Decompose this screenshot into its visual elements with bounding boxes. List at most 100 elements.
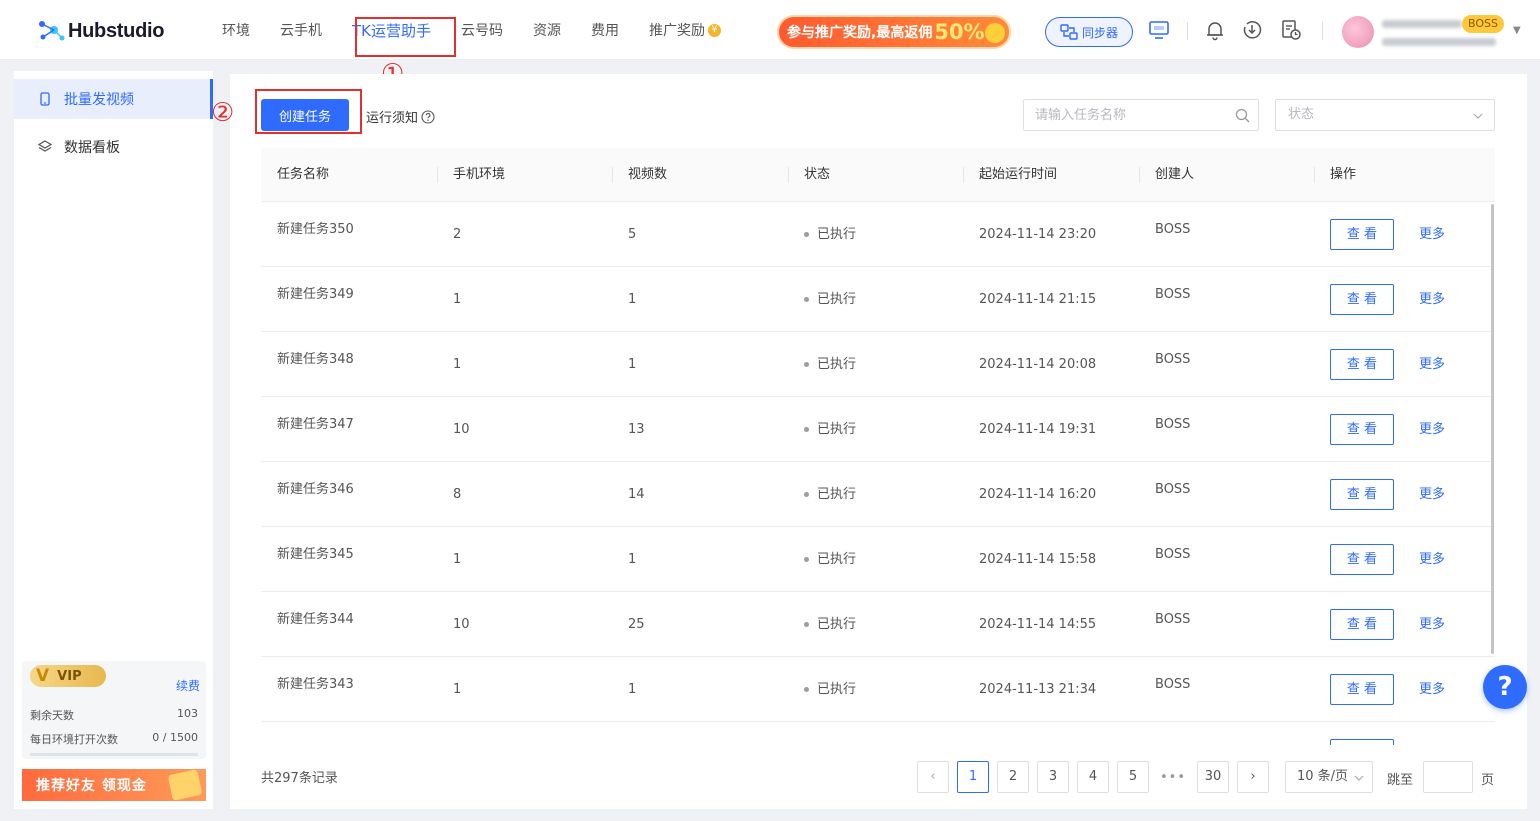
avatar[interactable] [1342,16,1374,48]
table-body: 新建任务350 2 5 已执行 2024-11-14 23:20 BOSS 查 … [261,202,1495,745]
next-page-button[interactable]: › [1237,761,1269,793]
page-suffix: 页 [1481,773,1495,788]
view-button[interactable]: 查 看 [1330,349,1394,380]
page-button-3[interactable]: 3 [1037,761,1069,793]
start-time-cell: 2024-11-14 20:08 [979,357,1097,372]
nav-item-env[interactable]: 环境 [222,20,250,40]
layers-icon [38,140,52,152]
promo-banner[interactable]: 参与推广奖励,最高返佣 50% [777,15,1011,49]
view-button[interactable]: 查 看 [1330,479,1394,510]
history-doc-icon[interactable] [1280,19,1302,41]
more-link[interactable]: 更多 [1419,332,1445,398]
download-icon[interactable] [1241,19,1263,41]
vip-card: V VIP 续费 剩余天数 103 每日环境打开次数 0 / 1500 [22,661,206,759]
sidebar-item-batch-video[interactable]: 批量发视频 [14,79,213,119]
status-dot [804,297,809,302]
divider [1187,22,1188,40]
status-cell: 已执行 [788,397,856,462]
sidebar: 批量发视频 数据看板 V VIP 续费 剩余天数 103 每日环境打开次数 0 /… [14,71,213,809]
column-header-status: 状态 [804,167,831,182]
status-cell: 已执行 [788,267,856,332]
status-text: 已执行 [817,356,857,372]
more-link[interactable]: 更多 [1419,527,1445,593]
search-icon[interactable] [1235,108,1250,123]
status-text: 已执行 [817,616,857,632]
view-button[interactable]: 查 看 [1330,219,1394,250]
page-button-1[interactable]: 1 [957,761,989,793]
task-name-cell: 新建任务348 [277,352,354,367]
start-time-cell: 2024-11-13 21:34 [979,682,1097,697]
view-button[interactable]: 查 看 [1330,609,1394,640]
video-count-cell: 14 [628,487,645,502]
status-dot [804,622,809,627]
task-name-cell: 新建任务345 [277,547,354,562]
task-name-cell: 新建任务350 [277,222,354,237]
start-time-cell: 2024-11-14 23:20 [979,227,1097,242]
video-count-cell: 5 [628,227,637,242]
status-dot [804,557,809,562]
status-select[interactable]: 状态 [1275,99,1495,131]
chevron-down-icon[interactable]: ▼ [1513,25,1521,36]
nav-item-referral[interactable]: 推广奖励 ¥ [649,20,721,40]
view-button[interactable] [1330,739,1394,745]
total-records: 共297条记录 [261,771,338,786]
vip-days-label: 剩余天数 [30,709,74,722]
more-link[interactable]: 更多 [1419,592,1445,658]
prev-page-button[interactable]: ‹ [917,761,949,793]
sync-button[interactable]: 同步器 [1045,17,1133,47]
refer-friend-banner[interactable]: 推荐好友 领现金 [22,769,206,801]
help-circle-icon [421,109,435,124]
chevron-down-icon [1354,775,1364,781]
nav-item-resources[interactable]: 资源 [533,20,561,40]
start-time-cell: 2024-11-14 14:55 [979,617,1097,632]
more-link[interactable]: 更多 [1419,462,1445,528]
jump-page-input[interactable] [1423,761,1473,793]
phone-env-cell: 10 [453,617,470,632]
task-search-input[interactable] [1024,100,1224,130]
start-time-cell: 2024-11-14 15:58 [979,552,1097,567]
table-scrollbar[interactable] [1491,204,1494,654]
column-header-start-time: 起始运行时间 [979,167,1058,182]
renew-link[interactable]: 续费 [176,677,200,694]
run-notice-link[interactable]: 运行须知 [366,107,435,126]
more-link[interactable]: 更多 [1419,657,1445,723]
vip-badge-label: VIP [57,668,82,684]
creator-cell: BOSS [1155,482,1191,497]
pagination: ‹ 1 2 3 4 5 ••• 30 › [917,761,1277,793]
page-button-2[interactable]: 2 [997,761,1029,793]
sidebar-item-dashboard[interactable]: 数据看板 [14,127,213,167]
monitor-icon[interactable] [1148,19,1170,41]
page-size-select[interactable]: 10 条/页 [1285,761,1373,793]
view-button[interactable]: 查 看 [1330,414,1394,445]
page-button-last[interactable]: 30 [1197,761,1229,793]
bell-icon[interactable] [1204,19,1226,41]
start-time-cell: 2024-11-14 16:20 [979,487,1097,502]
status-text: 已执行 [817,486,857,502]
more-link[interactable]: 更多 [1419,267,1445,333]
view-button[interactable]: 查 看 [1330,284,1394,315]
nav-item-cloud-phone[interactable]: 云手机 [280,20,322,40]
more-link[interactable]: 更多 [1419,202,1445,268]
refer-label: 推荐好友 领现金 [36,778,147,794]
page-button-4[interactable]: 4 [1077,761,1109,793]
task-name-cell: 新建任务344 [277,612,354,627]
page-ellipsis[interactable]: ••• [1157,770,1189,785]
help-button[interactable]: ? [1483,665,1527,709]
nav-item-fees[interactable]: 费用 [591,20,619,40]
sidebar-item-label: 数据看板 [64,140,120,156]
view-button[interactable]: 查 看 [1330,544,1394,575]
logo-text: Hubstudio [68,19,165,42]
column-header-actions: 操作 [1330,167,1357,182]
vip-days-value: 103 [177,707,198,720]
status-cell: 已执行 [788,527,856,592]
logo[interactable]: Hubstudio [36,18,164,44]
divider [1322,22,1323,40]
view-button[interactable]: 查 看 [1330,674,1394,705]
nav-item-cloud-number[interactable]: 云号码 [461,20,503,40]
video-count-cell: 25 [628,617,645,632]
promo-text: 参与推广奖励,最高返佣 [787,25,933,41]
page-button-5[interactable]: 5 [1117,761,1149,793]
start-time-cell: 2024-11-14 21:15 [979,292,1097,307]
create-task-button[interactable]: 创建任务 [261,99,349,131]
more-link[interactable]: 更多 [1419,397,1445,463]
